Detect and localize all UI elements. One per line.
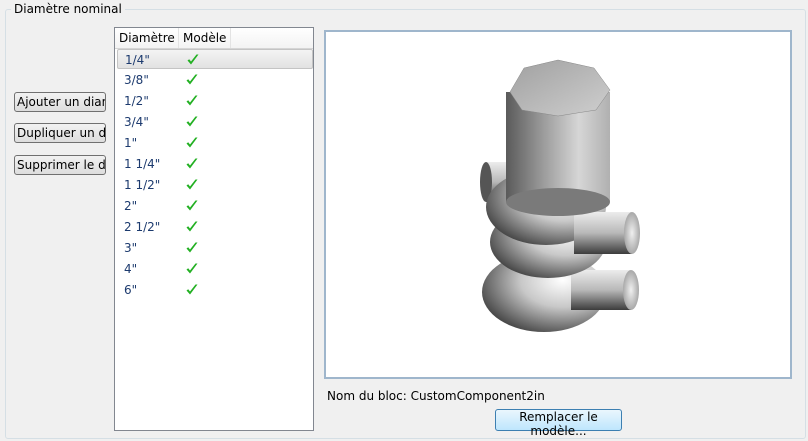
check-icon <box>186 263 198 274</box>
diameter-value: 1/4" <box>125 53 150 67</box>
list-item[interactable]: 6" <box>117 280 313 300</box>
list-item[interactable]: 4" <box>117 259 313 279</box>
replace-model-button[interactable]: Remplacer le modèle... <box>495 409 622 438</box>
group-title: Diamètre nominal <box>11 2 125 16</box>
list-header: Diamètre nominal Modèle <box>115 28 313 49</box>
check-icon <box>186 137 198 148</box>
block-name-label: Nom du bloc: CustomComponent2in <box>327 389 545 403</box>
diameter-value: 2" <box>124 199 138 213</box>
diameter-value: 4" <box>124 262 138 276</box>
check-icon <box>186 116 198 127</box>
duplicate-diameter-button[interactable]: Dupliquer un diamètre <box>14 123 106 143</box>
list-item[interactable]: 1/4" <box>117 49 313 69</box>
diameter-value: 1" <box>124 136 138 150</box>
check-icon <box>186 179 198 190</box>
check-icon <box>186 200 198 211</box>
list-item[interactable]: 1/2" <box>117 91 313 111</box>
diameter-value: 1/2" <box>124 94 149 108</box>
column-header-diameter[interactable]: Diamètre nominal <box>115 28 179 48</box>
diameter-value: 3/4" <box>124 115 149 129</box>
check-icon <box>186 158 198 169</box>
list-item[interactable]: 2 1/2" <box>117 217 313 237</box>
column-header-model[interactable]: Modèle <box>179 28 231 48</box>
list-item[interactable]: 3" <box>117 238 313 258</box>
diameter-value: 1 1/4" <box>124 157 161 171</box>
check-icon <box>187 54 199 65</box>
model-preview <box>324 30 792 379</box>
list-item[interactable]: 1 1/2" <box>117 175 313 195</box>
diameter-value: 6" <box>124 283 138 297</box>
list-item[interactable]: 1 1/4" <box>117 154 313 174</box>
check-icon <box>186 95 198 106</box>
add-diameter-button[interactable]: Ajouter un diamètre <box>14 92 106 112</box>
list-item[interactable]: 3/4" <box>117 112 313 132</box>
check-icon <box>186 74 198 85</box>
diameter-list[interactable]: Diamètre nominal Modèle 1/4" 3/8" 1/2" 3/4"… <box>114 27 314 431</box>
valve-model-image <box>480 59 640 332</box>
check-icon <box>186 221 198 232</box>
check-icon <box>186 242 198 253</box>
diameter-value: 3/8" <box>124 73 149 87</box>
delete-diameter-button[interactable]: Supprimer le diamètre <box>14 155 106 175</box>
diameter-value: 2 1/2" <box>124 220 161 234</box>
list-item[interactable]: 3/8" <box>117 70 313 90</box>
list-item[interactable]: 1" <box>117 133 313 153</box>
check-icon <box>186 284 198 295</box>
diameter-value: 3" <box>124 241 138 255</box>
list-item[interactable]: 2" <box>117 196 313 216</box>
diameter-value: 1 1/2" <box>124 178 161 192</box>
